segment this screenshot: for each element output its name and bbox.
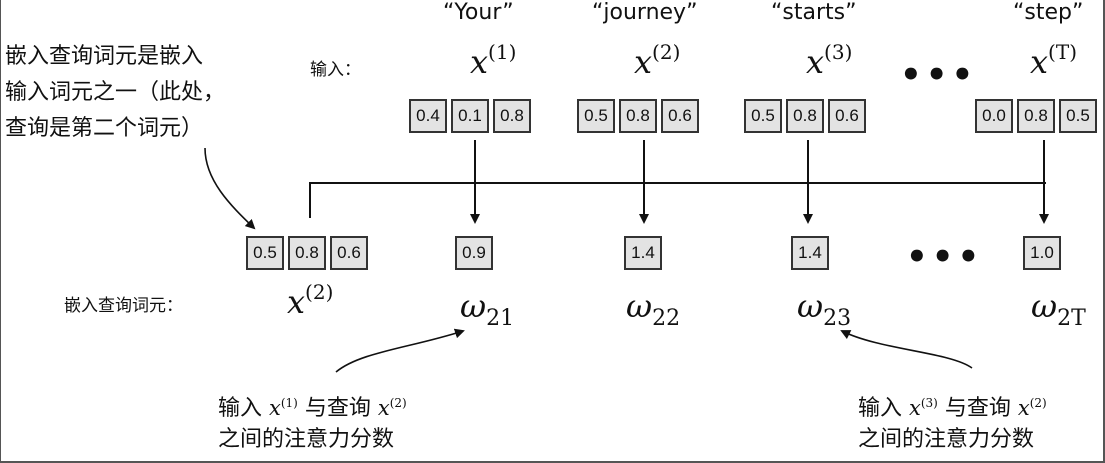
vector-cell: 0.5 — [577, 99, 615, 133]
note-arrow-bottom-left — [335, 328, 465, 373]
query-note-line-1: 嵌入查询词元是嵌入 — [5, 44, 204, 69]
score-note-left-line-2: 之间的注意力分数 — [218, 427, 395, 452]
token-starts: “starts” — [771, 0, 857, 25]
score-box-T: 1.0 — [1023, 236, 1061, 270]
omega-21: ω21 — [460, 287, 515, 331]
score-note-left-line-1: 输入 x(1) 与查询 x(2) — [218, 396, 407, 421]
ellipsis-top: ••• — [900, 55, 978, 95]
score-box-3: 1.4 — [791, 236, 829, 270]
query-note-line-3: 查询是第二个词元） — [5, 116, 204, 141]
vector-cell: 0.0 — [975, 99, 1013, 133]
token-step: “step” — [1013, 0, 1084, 25]
query-note-line-2: 输入词元之一（此处， — [5, 80, 226, 105]
input-var-1: x(1) — [470, 40, 517, 81]
token-journey: “journey” — [592, 0, 698, 25]
score-value: 1.4 — [791, 236, 829, 270]
vector-cell: 0.6 — [330, 236, 368, 270]
vector-cell: 0.8 — [619, 99, 657, 133]
vector-cell: 0.5 — [744, 99, 782, 133]
query-label: 嵌入查询词元： — [64, 296, 183, 316]
vector-cell: 0.8 — [1017, 99, 1055, 133]
ellipsis-middle: ••• — [906, 237, 984, 277]
query-var: x(2) — [287, 280, 334, 321]
score-box-2: 1.4 — [624, 236, 662, 270]
input-var-2: x(2) — [634, 40, 681, 81]
score-note-right-line-2: 之间的注意力分数 — [858, 427, 1035, 452]
vector-cell: 0.5 — [246, 236, 284, 270]
vector-cell: 0.5 — [1059, 99, 1097, 133]
omega-23: ω23 — [797, 287, 852, 331]
input-var-3: x(3) — [806, 40, 853, 81]
score-value: 0.9 — [455, 236, 493, 270]
note-arrow-bottom-right — [840, 330, 973, 369]
vector-cell: 0.1 — [451, 99, 489, 133]
input-vector-1: 0.4 0.1 0.8 — [409, 99, 531, 133]
vector-cell: 0.6 — [828, 99, 866, 133]
input-vector-T: 0.0 0.8 0.5 — [975, 99, 1097, 133]
omega-22: ω22 — [626, 287, 681, 331]
attention-score-diagram: “Your” “journey” “starts” “step” 嵌入查询词元是… — [0, 0, 1105, 463]
vector-cell: 0.8 — [493, 99, 531, 133]
vector-cell: 0.4 — [409, 99, 447, 133]
vector-cell: 0.6 — [661, 99, 699, 133]
token-your: “Your” — [443, 0, 514, 25]
input-vector-2: 0.5 0.8 0.6 — [577, 99, 699, 133]
input-vector-3: 0.5 0.8 0.6 — [744, 99, 866, 133]
query-vector: 0.5 0.8 0.6 — [246, 236, 368, 270]
input-var-T: x(T) — [1030, 40, 1077, 81]
vector-cell: 0.8 — [288, 236, 326, 270]
note-arrow-top-left — [204, 147, 256, 230]
vector-cell: 0.8 — [786, 99, 824, 133]
score-value: 1.4 — [624, 236, 662, 270]
score-value: 1.0 — [1023, 236, 1061, 270]
score-box-1: 0.9 — [455, 236, 493, 270]
query-broadcast-line — [309, 182, 1046, 218]
omega-2T: ω2T — [1031, 287, 1086, 331]
score-note-right-line-1: 输入 x(3) 与查询 x(2) — [858, 396, 1047, 421]
input-label: 输入： — [310, 60, 361, 80]
